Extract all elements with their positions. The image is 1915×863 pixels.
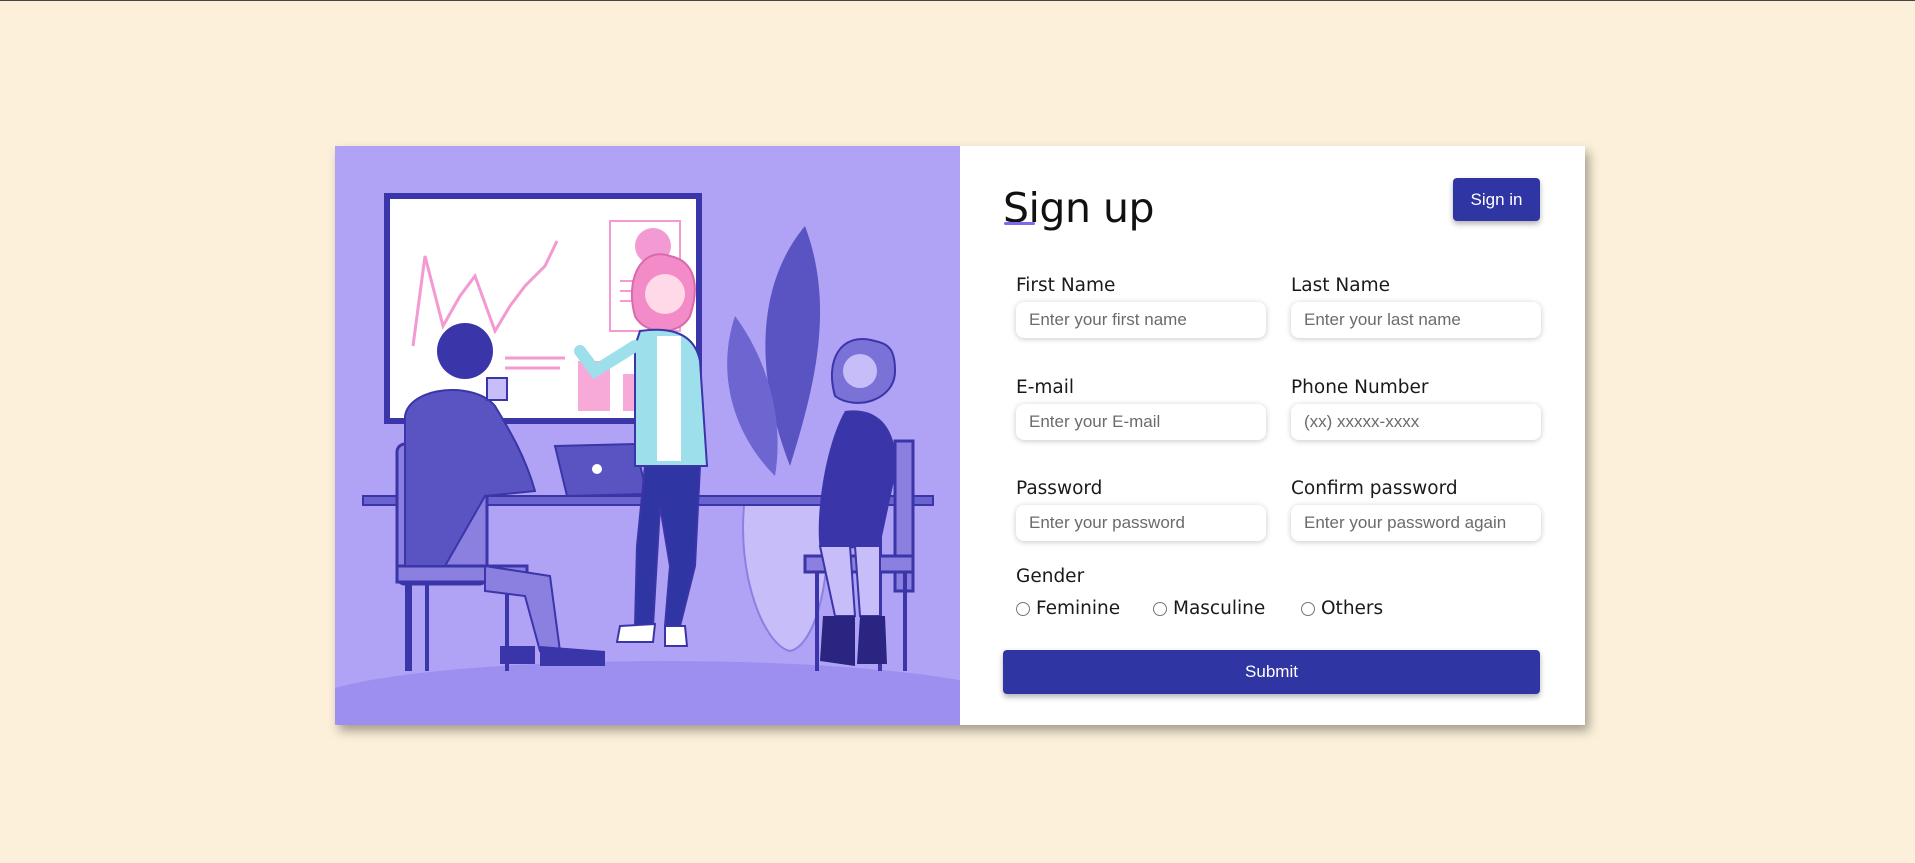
first-name-group: First Name [1016,275,1266,338]
masculine-label: Masculine [1173,598,1266,619]
team-meeting-illustration [335,193,960,725]
phone-group: Phone Number [1291,377,1541,440]
email-field[interactable] [1016,404,1266,440]
submit-button[interactable]: Submit [1003,650,1540,694]
last-name-field[interactable] [1291,302,1541,338]
sign-in-button[interactable]: Sign in [1453,178,1540,221]
last-name-label: Last Name [1291,275,1390,296]
title-underline [1004,222,1035,225]
gender-option-others[interactable]: Others [1301,598,1383,619]
signup-form-panel: Sign up Sign in First Name Last Name E-m… [960,146,1585,725]
top-border-line [0,0,1915,1]
password-field[interactable] [1016,505,1266,541]
email-group: E-mail [1016,377,1266,440]
gender-option-masculine[interactable]: Masculine [1153,598,1265,619]
masculine-radio[interactable] [1153,601,1167,616]
others-radio[interactable] [1301,601,1315,616]
first-name-field[interactable] [1016,302,1266,338]
confirm-password-field[interactable] [1291,505,1541,541]
confirm-password-group: Confirm password [1291,478,1541,541]
others-label: Others [1321,598,1384,619]
first-name-label: First Name [1016,275,1116,296]
phone-field[interactable] [1291,404,1541,440]
last-name-group: Last Name [1291,275,1541,338]
password-group: Password [1016,478,1266,541]
signup-card: Sign up Sign in First Name Last Name E-m… [335,146,1585,725]
feminine-label: Feminine [1036,598,1121,619]
password-label: Password [1016,478,1103,499]
illustration-panel [335,146,960,725]
email-label: E-mail [1016,377,1075,398]
phone-label: Phone Number [1291,377,1429,398]
confirm-password-label: Confirm password [1291,478,1458,499]
gender-option-feminine[interactable]: Feminine [1016,598,1120,619]
feminine-radio[interactable] [1016,601,1030,616]
gender-label: Gender [1016,566,1085,587]
